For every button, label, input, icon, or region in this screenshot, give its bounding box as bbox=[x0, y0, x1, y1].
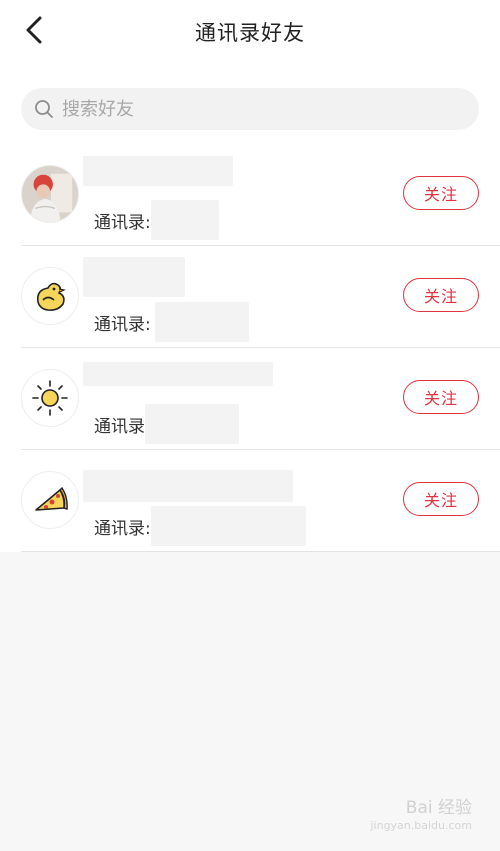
contact-info: 通讯录: bbox=[94, 506, 306, 546]
pizza-avatar[interactable] bbox=[21, 471, 79, 529]
follow-button[interactable]: 关注 bbox=[403, 380, 479, 414]
contact-info: 通讯录: bbox=[94, 302, 249, 342]
avatar-photo-icon bbox=[22, 166, 78, 222]
contact-label: 通讯录: bbox=[94, 314, 151, 335]
list-item: 通讯录: 关注 bbox=[21, 450, 500, 552]
watermark-text: Bai 经验 bbox=[405, 798, 472, 818]
contact-name bbox=[83, 470, 293, 502]
page-title: 通讯录好友 bbox=[195, 21, 305, 45]
list-item: 通讯录: 关注 bbox=[21, 246, 500, 348]
contact-label: 通讯录 bbox=[94, 416, 145, 437]
top-bar: 通讯录好友 bbox=[0, 0, 500, 70]
contact-label: 通讯录: bbox=[94, 212, 151, 233]
contact-value bbox=[150, 506, 306, 546]
chick-avatar-icon bbox=[36, 282, 66, 311]
list-item: 通讯录: 关注 bbox=[21, 144, 500, 246]
follow-button[interactable]: 关注 bbox=[403, 278, 479, 312]
contact-info: 通讯录 bbox=[94, 404, 239, 444]
search-section bbox=[0, 70, 500, 150]
sun-avatar-icon bbox=[32, 380, 68, 416]
watermark: Bai 经验 jingyan.baidu.com bbox=[370, 799, 472, 835]
search-input[interactable] bbox=[60, 97, 444, 121]
list-item: 通讯录 关注 bbox=[21, 348, 500, 450]
follow-button[interactable]: 关注 bbox=[403, 176, 479, 210]
contact-label: 通讯录: bbox=[94, 518, 151, 539]
contact-name bbox=[83, 156, 233, 186]
contact-info: 通讯录: bbox=[94, 200, 219, 240]
chick-avatar[interactable] bbox=[21, 267, 79, 325]
contact-name bbox=[83, 362, 273, 386]
contact-name bbox=[83, 257, 185, 297]
contact-value bbox=[145, 404, 239, 444]
contact-list: 通讯录: 关注 通讯录: 关注 通讯录 关注 通讯录: 关注 bbox=[0, 144, 500, 552]
contact-value bbox=[154, 302, 249, 342]
search-icon bbox=[35, 100, 53, 118]
page: 通讯录好友 搜索好友 通讯录: 关注 通讯录: 关注 通讯录 关注 通讯录: 关… bbox=[0, 0, 500, 851]
contact-value bbox=[150, 200, 219, 240]
search-bar[interactable] bbox=[21, 88, 479, 130]
follow-button[interactable]: 关注 bbox=[403, 482, 479, 516]
photo-avatar[interactable] bbox=[21, 165, 79, 223]
pizza-avatar-icon bbox=[35, 486, 68, 511]
watermark-sub: jingyan.baidu.com bbox=[370, 819, 472, 832]
sun-avatar[interactable] bbox=[21, 369, 79, 427]
